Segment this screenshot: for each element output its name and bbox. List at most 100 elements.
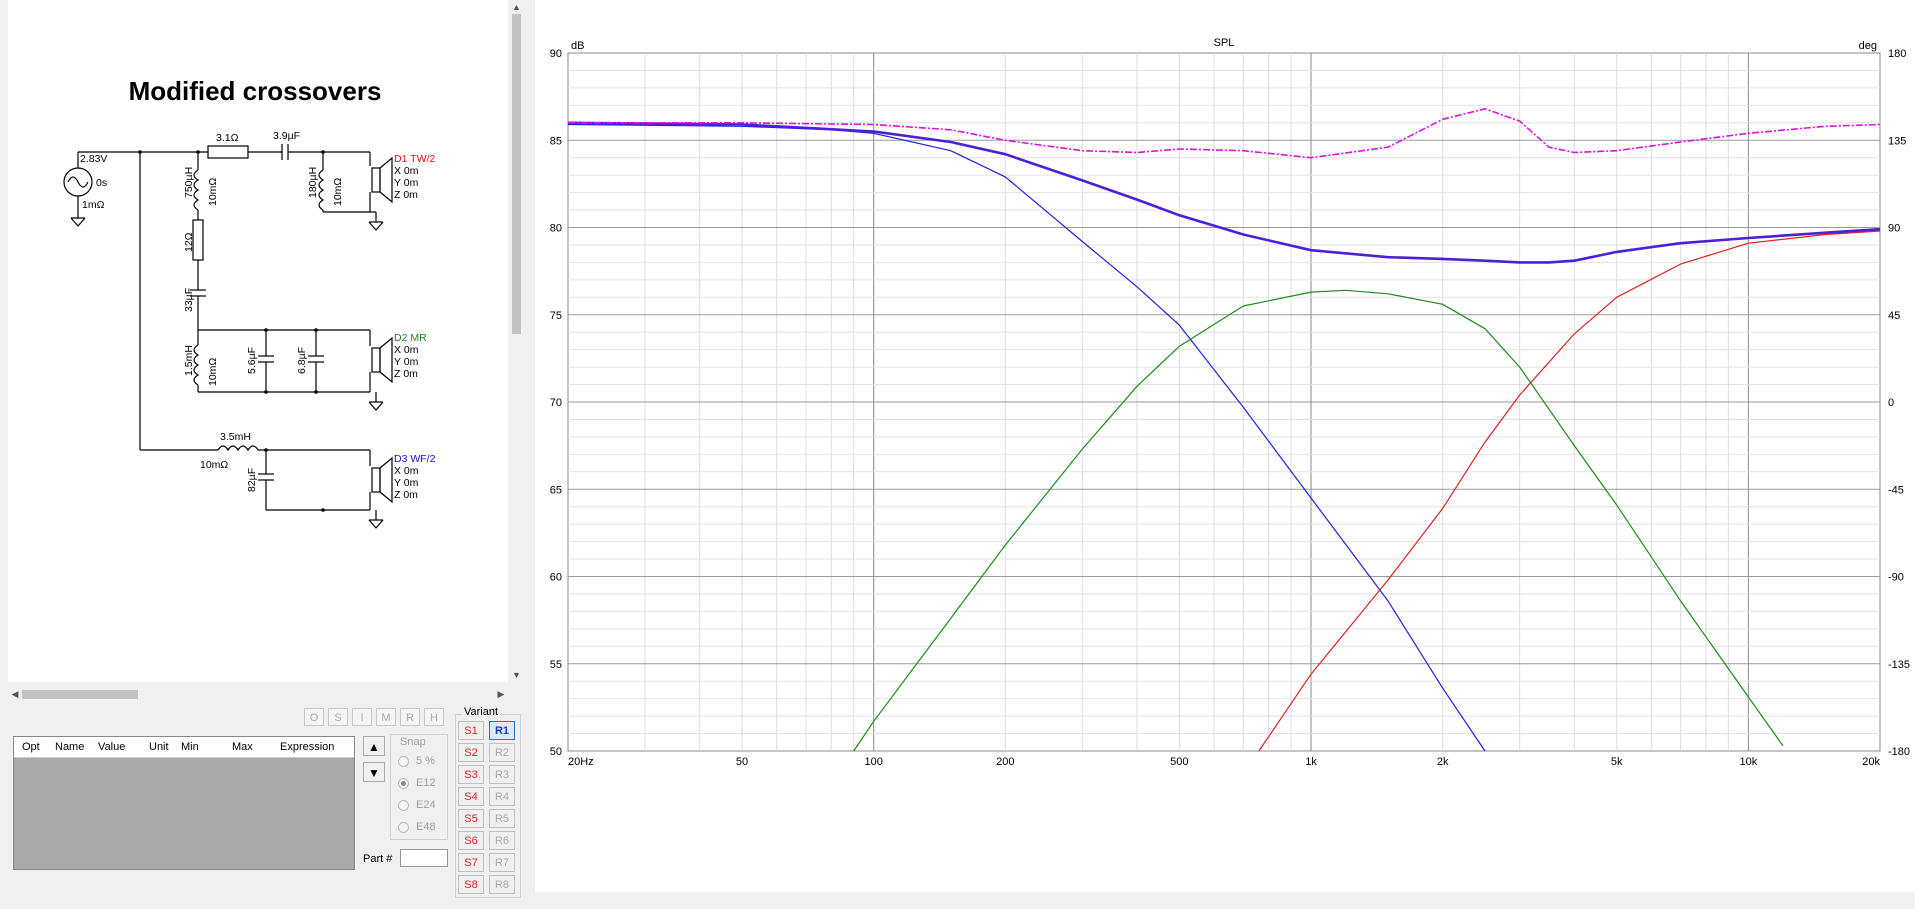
- y2-tick-label: 180: [1888, 48, 1906, 60]
- driver2-name: D2 MR: [394, 332, 427, 344]
- y2-tick-label: -180: [1888, 746, 1910, 758]
- y-tick-label: 50: [550, 746, 562, 758]
- y2-tick-label: -90: [1888, 572, 1904, 584]
- snap-option-5pct[interactable]: 5 %: [398, 754, 448, 770]
- driver1-x: X 0m: [394, 165, 419, 177]
- y-tick-label: 65: [550, 484, 562, 496]
- variant-r5-button[interactable]: R5: [489, 809, 515, 828]
- y2-tick-label: 90: [1888, 223, 1900, 235]
- driver2-z: Z 0m: [394, 368, 418, 380]
- scroll-right-icon[interactable]: ▶: [494, 686, 508, 702]
- parameter-table-header: Opt Name Value Unit Min Max Expression: [14, 737, 354, 758]
- y-tick-label: 60: [550, 572, 562, 584]
- l4-label: 3.5mH: [220, 431, 251, 443]
- l1-label: 750µH: [183, 167, 195, 198]
- chart-title: SPL: [1214, 37, 1235, 49]
- toolbar-button-h[interactable]: H: [424, 708, 444, 726]
- x-tick-label: 1k: [1305, 756, 1317, 768]
- y-tick-label: 70: [550, 397, 562, 409]
- horizontal-scroll-thumb[interactable]: [22, 690, 138, 699]
- snap-title: Snap: [398, 736, 428, 748]
- variant-r2-button[interactable]: R2: [489, 743, 515, 762]
- part-number-label: Part #: [363, 853, 393, 865]
- y-tick-label: 55: [550, 659, 562, 671]
- col-name: Name: [55, 741, 85, 753]
- y2-tick-label: 45: [1888, 310, 1900, 322]
- variant-r4-button[interactable]: R4: [489, 787, 515, 806]
- variant-r6-button[interactable]: R6: [489, 831, 515, 850]
- variant-s2-button[interactable]: S2: [458, 743, 484, 762]
- x-tick-label: 100: [865, 756, 883, 768]
- driver1-name: D1 TW/2: [394, 153, 435, 165]
- schematic-vertical-scrollbar[interactable]: ▲ ▼: [508, 0, 525, 682]
- c5-label: 82µF: [246, 468, 258, 492]
- vertical-scroll-thumb[interactable]: [512, 14, 521, 334]
- variant-s7-button[interactable]: S7: [458, 853, 484, 872]
- variant-title: Variant: [462, 706, 501, 718]
- y2-tick-label: 135: [1888, 135, 1906, 147]
- snap-option-e48[interactable]: E48: [398, 820, 448, 836]
- driver2-y: Y 0m: [394, 356, 419, 368]
- variant-r8-button[interactable]: R8: [489, 875, 515, 894]
- y2-tick-label: -135: [1888, 659, 1910, 671]
- toolbar-button-o[interactable]: O: [304, 708, 324, 726]
- move-down-button[interactable]: ▼: [363, 762, 385, 782]
- x-tick-label: 500: [1170, 756, 1188, 768]
- y2-tick-label: 0: [1888, 397, 1894, 409]
- driver3-y: Y 0m: [394, 477, 419, 489]
- y2-tick-label: -45: [1888, 484, 1904, 496]
- r1-label: 3.1Ω: [216, 132, 239, 144]
- variant-s3-button[interactable]: S3: [458, 765, 484, 784]
- snap-option-e24[interactable]: E24: [398, 798, 448, 814]
- scroll-down-icon[interactable]: ▼: [508, 668, 525, 682]
- x-tick-label: 10k: [1739, 756, 1757, 768]
- toolbar-button-i[interactable]: I: [352, 708, 372, 726]
- x-tick-label: 200: [996, 756, 1014, 768]
- variant-s8-button[interactable]: S8: [458, 875, 484, 894]
- schematic-horizontal-scrollbar[interactable]: ◀ ▶: [8, 686, 508, 702]
- variant-s5-button[interactable]: S5: [458, 809, 484, 828]
- scroll-up-icon[interactable]: ▲: [508, 0, 525, 14]
- variant-s6-button[interactable]: S6: [458, 831, 484, 850]
- snap-option-e12[interactable]: E12: [398, 776, 448, 792]
- c2-label: 33µF: [183, 288, 195, 312]
- spl-chart-panel[interactable]: 20Hz 50 100 200 500 1k 2k 5k 10k 20k 90 85 80 75 70 65 6…: [535, 0, 1915, 892]
- x-tick-label: 20k: [1862, 756, 1880, 768]
- toolbar-button-r[interactable]: R: [400, 708, 420, 726]
- driver3-z: Z 0m: [394, 489, 418, 501]
- l4r-label: 10mΩ: [200, 459, 228, 471]
- x-tick-label: 5k: [1611, 756, 1623, 768]
- driver3-name: D3 WF/2: [394, 453, 436, 465]
- variant-r3-button[interactable]: R3: [489, 765, 515, 784]
- variant-s1-button[interactable]: S1: [458, 721, 484, 740]
- move-up-button[interactable]: ▲: [363, 736, 385, 756]
- source-voltage: 2.83V: [80, 153, 107, 165]
- toolbar-button-m[interactable]: M: [376, 708, 396, 726]
- spl-chart[interactable]: 20Hz 50 100 200 500 1k 2k 5k 10k 20k9085807570656…: [535, 0, 1915, 892]
- x-tick-label: 50: [736, 756, 748, 768]
- l3-label: 1.5mH: [183, 345, 195, 376]
- scroll-left-icon[interactable]: ◀: [8, 686, 22, 702]
- schematic-canvas[interactable]: Modified crossovers 2.83V 0s 1mΩ 3.1Ω 3.…: [8, 0, 508, 682]
- driver3-x: X 0m: [394, 465, 419, 477]
- l2r-label: 10mΩ: [332, 178, 344, 206]
- source-delay: 0s: [96, 177, 107, 189]
- schematic-panel: Modified crossovers 2.83V 0s 1mΩ 3.1Ω 3.…: [0, 0, 526, 909]
- c1-label: 3.9µF: [273, 130, 300, 142]
- variant-s4-button[interactable]: S4: [458, 787, 484, 806]
- c4-label: 6.8µF: [296, 347, 308, 374]
- col-unit: Unit: [149, 741, 169, 753]
- col-opt: Opt: [22, 741, 40, 753]
- col-max: Max: [232, 741, 253, 753]
- y2-axis-label: deg: [1859, 40, 1877, 52]
- parameter-table[interactable]: Opt Name Value Unit Min Max Expression: [13, 736, 355, 870]
- x-tick-label: 2k: [1437, 756, 1449, 768]
- variant-r7-button[interactable]: R7: [489, 853, 515, 872]
- y-tick-label: 90: [550, 48, 562, 60]
- part-number-input[interactable]: [400, 849, 448, 867]
- variant-r1-button[interactable]: R1: [489, 721, 515, 740]
- y-tick-label: 80: [550, 223, 562, 235]
- x-tick-label: 20Hz: [568, 756, 594, 768]
- circuit-diagram: 2.83V 0s 1mΩ 3.1Ω 3.9µF 750µH 10mΩ 180µH…: [63, 130, 436, 529]
- toolbar-button-s[interactable]: S: [328, 708, 348, 726]
